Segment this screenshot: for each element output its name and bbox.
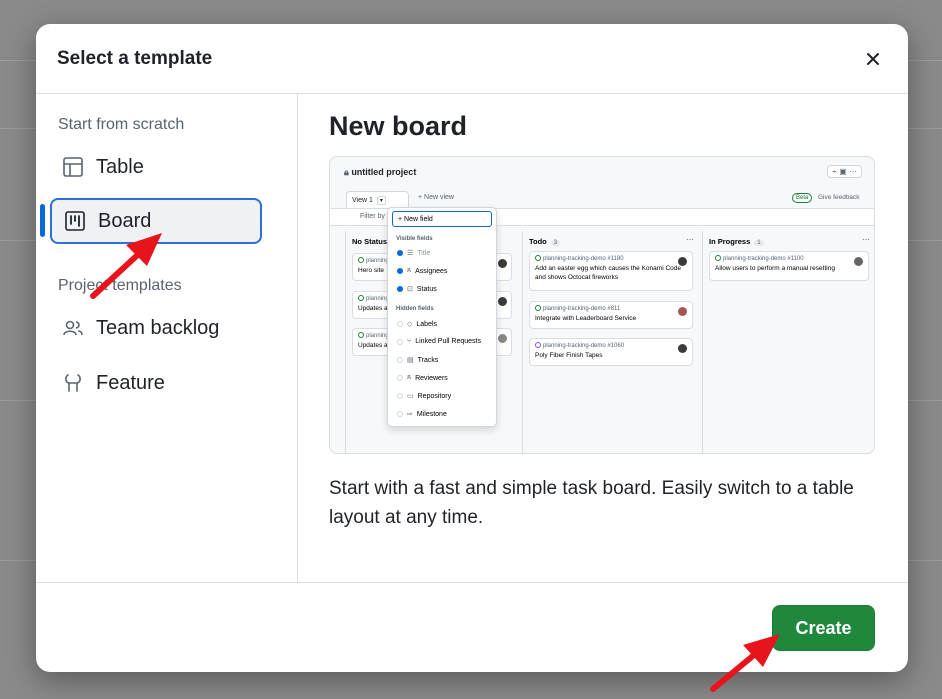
preview-field-item: ☰ Title xyxy=(397,249,430,257)
start-from-scratch-label: Start from scratch xyxy=(58,116,185,133)
preview-new-view: + New view xyxy=(418,194,454,201)
preview-field-label: Repository xyxy=(417,392,452,400)
preview-card-ref: planning xyxy=(366,333,389,339)
preview-card: planning-tracking-demo #811 Integrate wi… xyxy=(529,301,693,329)
preview-view-tab: View 1 ▾ xyxy=(346,191,409,208)
preview-field-item: ⇨ Milestone xyxy=(397,410,447,418)
preview-field-item: ▤ Tracks xyxy=(397,356,438,364)
preview-card-ref: planning-tracking-demo #1060 xyxy=(543,343,625,349)
sidebar-item-label: Board xyxy=(98,209,152,232)
preview-column-count: 3 xyxy=(550,240,561,246)
preview-column-title: In Progress 1 xyxy=(709,237,764,246)
preview-card-text: Allow users to perform a manual resettin… xyxy=(715,265,835,272)
preview-view-tab-label: View 1 xyxy=(352,196,373,204)
preview-beta-badge: Beta xyxy=(792,193,813,203)
preview-field-label: Assignees xyxy=(415,267,448,275)
preview-card-ref: planning-tracking-demo #811 xyxy=(543,306,621,312)
preview-field-item: ◇ Labels xyxy=(397,320,437,328)
table-icon xyxy=(62,156,84,178)
feature-icon xyxy=(62,372,84,394)
preview-card-text: Add an easter egg which causes the Konam… xyxy=(535,265,681,281)
project-templates-label: Project templates xyxy=(58,277,182,294)
template-description: Start with a fast and simple task board.… xyxy=(329,478,854,528)
board-icon xyxy=(64,210,86,232)
kebab-icon: ⋯ xyxy=(686,235,694,244)
chevron-down-icon: ▾ xyxy=(376,195,386,205)
preview-column-in-progress: In Progress 1 ⋯ planning-tracking-demo #1… xyxy=(702,231,874,453)
preview-new-field-input: + New field xyxy=(392,211,492,227)
sidebar-item-table[interactable]: Table xyxy=(50,144,260,190)
preview-field-label: Tracks xyxy=(417,356,439,364)
lock-icon: 🔒︎ xyxy=(344,167,349,177)
preview-card-ref: planning-tracking-demo #1100 xyxy=(723,256,804,262)
avatar xyxy=(498,297,507,306)
people-icon xyxy=(62,317,84,339)
preview-column-name: In Progress xyxy=(709,237,751,246)
dialog-title: Select a template xyxy=(57,47,213,69)
template-preview-panel: New board 🔒︎ untitled project ⌁ ▣ ⋯ View… xyxy=(299,94,908,582)
preview-field-label: Labels xyxy=(416,320,438,328)
preview-toolbar-icons: ⌁ ▣ ⋯ xyxy=(827,165,862,178)
preview-field-label: Title xyxy=(417,249,431,257)
board-preview-image: 🔒︎ untitled project ⌁ ▣ ⋯ View 1 ▾ + New … xyxy=(329,156,875,454)
sidebar-item-board[interactable]: Board xyxy=(50,198,262,244)
preview-column-title: Todo 3 xyxy=(529,237,561,246)
preview-field-item: ⊡ Status xyxy=(397,285,437,293)
sidebar-item-label: Table xyxy=(96,155,144,178)
close-button[interactable] xyxy=(860,46,886,72)
dialog-footer: Create xyxy=(36,582,908,672)
preview-filter: Filter by xyxy=(360,213,385,220)
preview-project-title: 🔒︎ untitled project xyxy=(344,167,416,178)
sidebar-item-feature[interactable]: Feature xyxy=(50,360,260,406)
preview-column-title: No Status xyxy=(352,237,388,246)
sidebar-item-team-backlog[interactable]: Team backlog xyxy=(50,305,260,351)
preview-card-ref: planning xyxy=(366,258,389,264)
preview-column-name: Todo xyxy=(529,237,547,246)
dialog-header: Select a template xyxy=(36,24,908,94)
avatar xyxy=(498,259,507,268)
preview-card-ref: planning xyxy=(366,296,389,302)
selection-indicator xyxy=(40,204,45,237)
preview-card: planning-tracking-demo #1100 Allow users… xyxy=(709,251,869,281)
avatar xyxy=(854,257,863,266)
sidebar-item-label: Team backlog xyxy=(96,316,220,339)
avatar xyxy=(678,307,687,316)
preview-card: planning-tracking-demo #1180 Add an east… xyxy=(529,251,693,291)
preview-fields-dropdown: + New field Visible fields ☰ Title ጸ Assig… xyxy=(387,207,497,427)
preview-field-label: Milestone xyxy=(416,410,447,418)
preview-column-count: 1 xyxy=(754,240,764,246)
preview-visible-fields-label: Visible fields xyxy=(396,236,433,242)
preview-field-label: Linked Pull Requests xyxy=(415,338,481,345)
preview-field-item: ▭ Repository xyxy=(397,392,451,400)
preview-field-item: ጸ Reviewers xyxy=(397,374,448,382)
preview-project-name: untitled project xyxy=(351,167,417,177)
preview-field-label: Reviewers xyxy=(415,374,448,382)
preview-field-label: Status xyxy=(416,285,437,293)
preview-field-item: ጸ Assignees xyxy=(397,267,447,275)
select-template-dialog: Select a template Start from scratch Tab… xyxy=(36,24,908,672)
preview-column-todo: Todo 3 ⋯ planning-tracking-demo #1180 Add… xyxy=(522,231,700,453)
preview-card-ref: planning-tracking-demo #1180 xyxy=(543,256,624,262)
avatar xyxy=(498,334,507,343)
sidebar-item-label: Feature xyxy=(96,371,165,394)
preview-field-item: ⑂ Linked Pull Requests xyxy=(397,338,481,345)
template-sidebar: Start from scratch Table Board Project t… xyxy=(36,94,298,582)
preview-card-text: Poly Fiber Finish Tapes xyxy=(535,352,603,359)
kebab-icon: ⋯ xyxy=(862,235,870,244)
preview-card: planning-tracking-demo #1060 Poly Fiber … xyxy=(529,338,693,366)
preview-card-text: Integrate with Leaderboard Service xyxy=(535,315,637,322)
preview-hidden-fields-label: Hidden fields xyxy=(396,306,434,312)
preview-feedback-link: Give feedback xyxy=(818,194,860,201)
template-title: New board xyxy=(329,111,468,141)
avatar xyxy=(678,257,687,266)
close-icon xyxy=(867,53,879,65)
create-button[interactable]: Create xyxy=(772,605,875,651)
avatar xyxy=(678,344,687,353)
